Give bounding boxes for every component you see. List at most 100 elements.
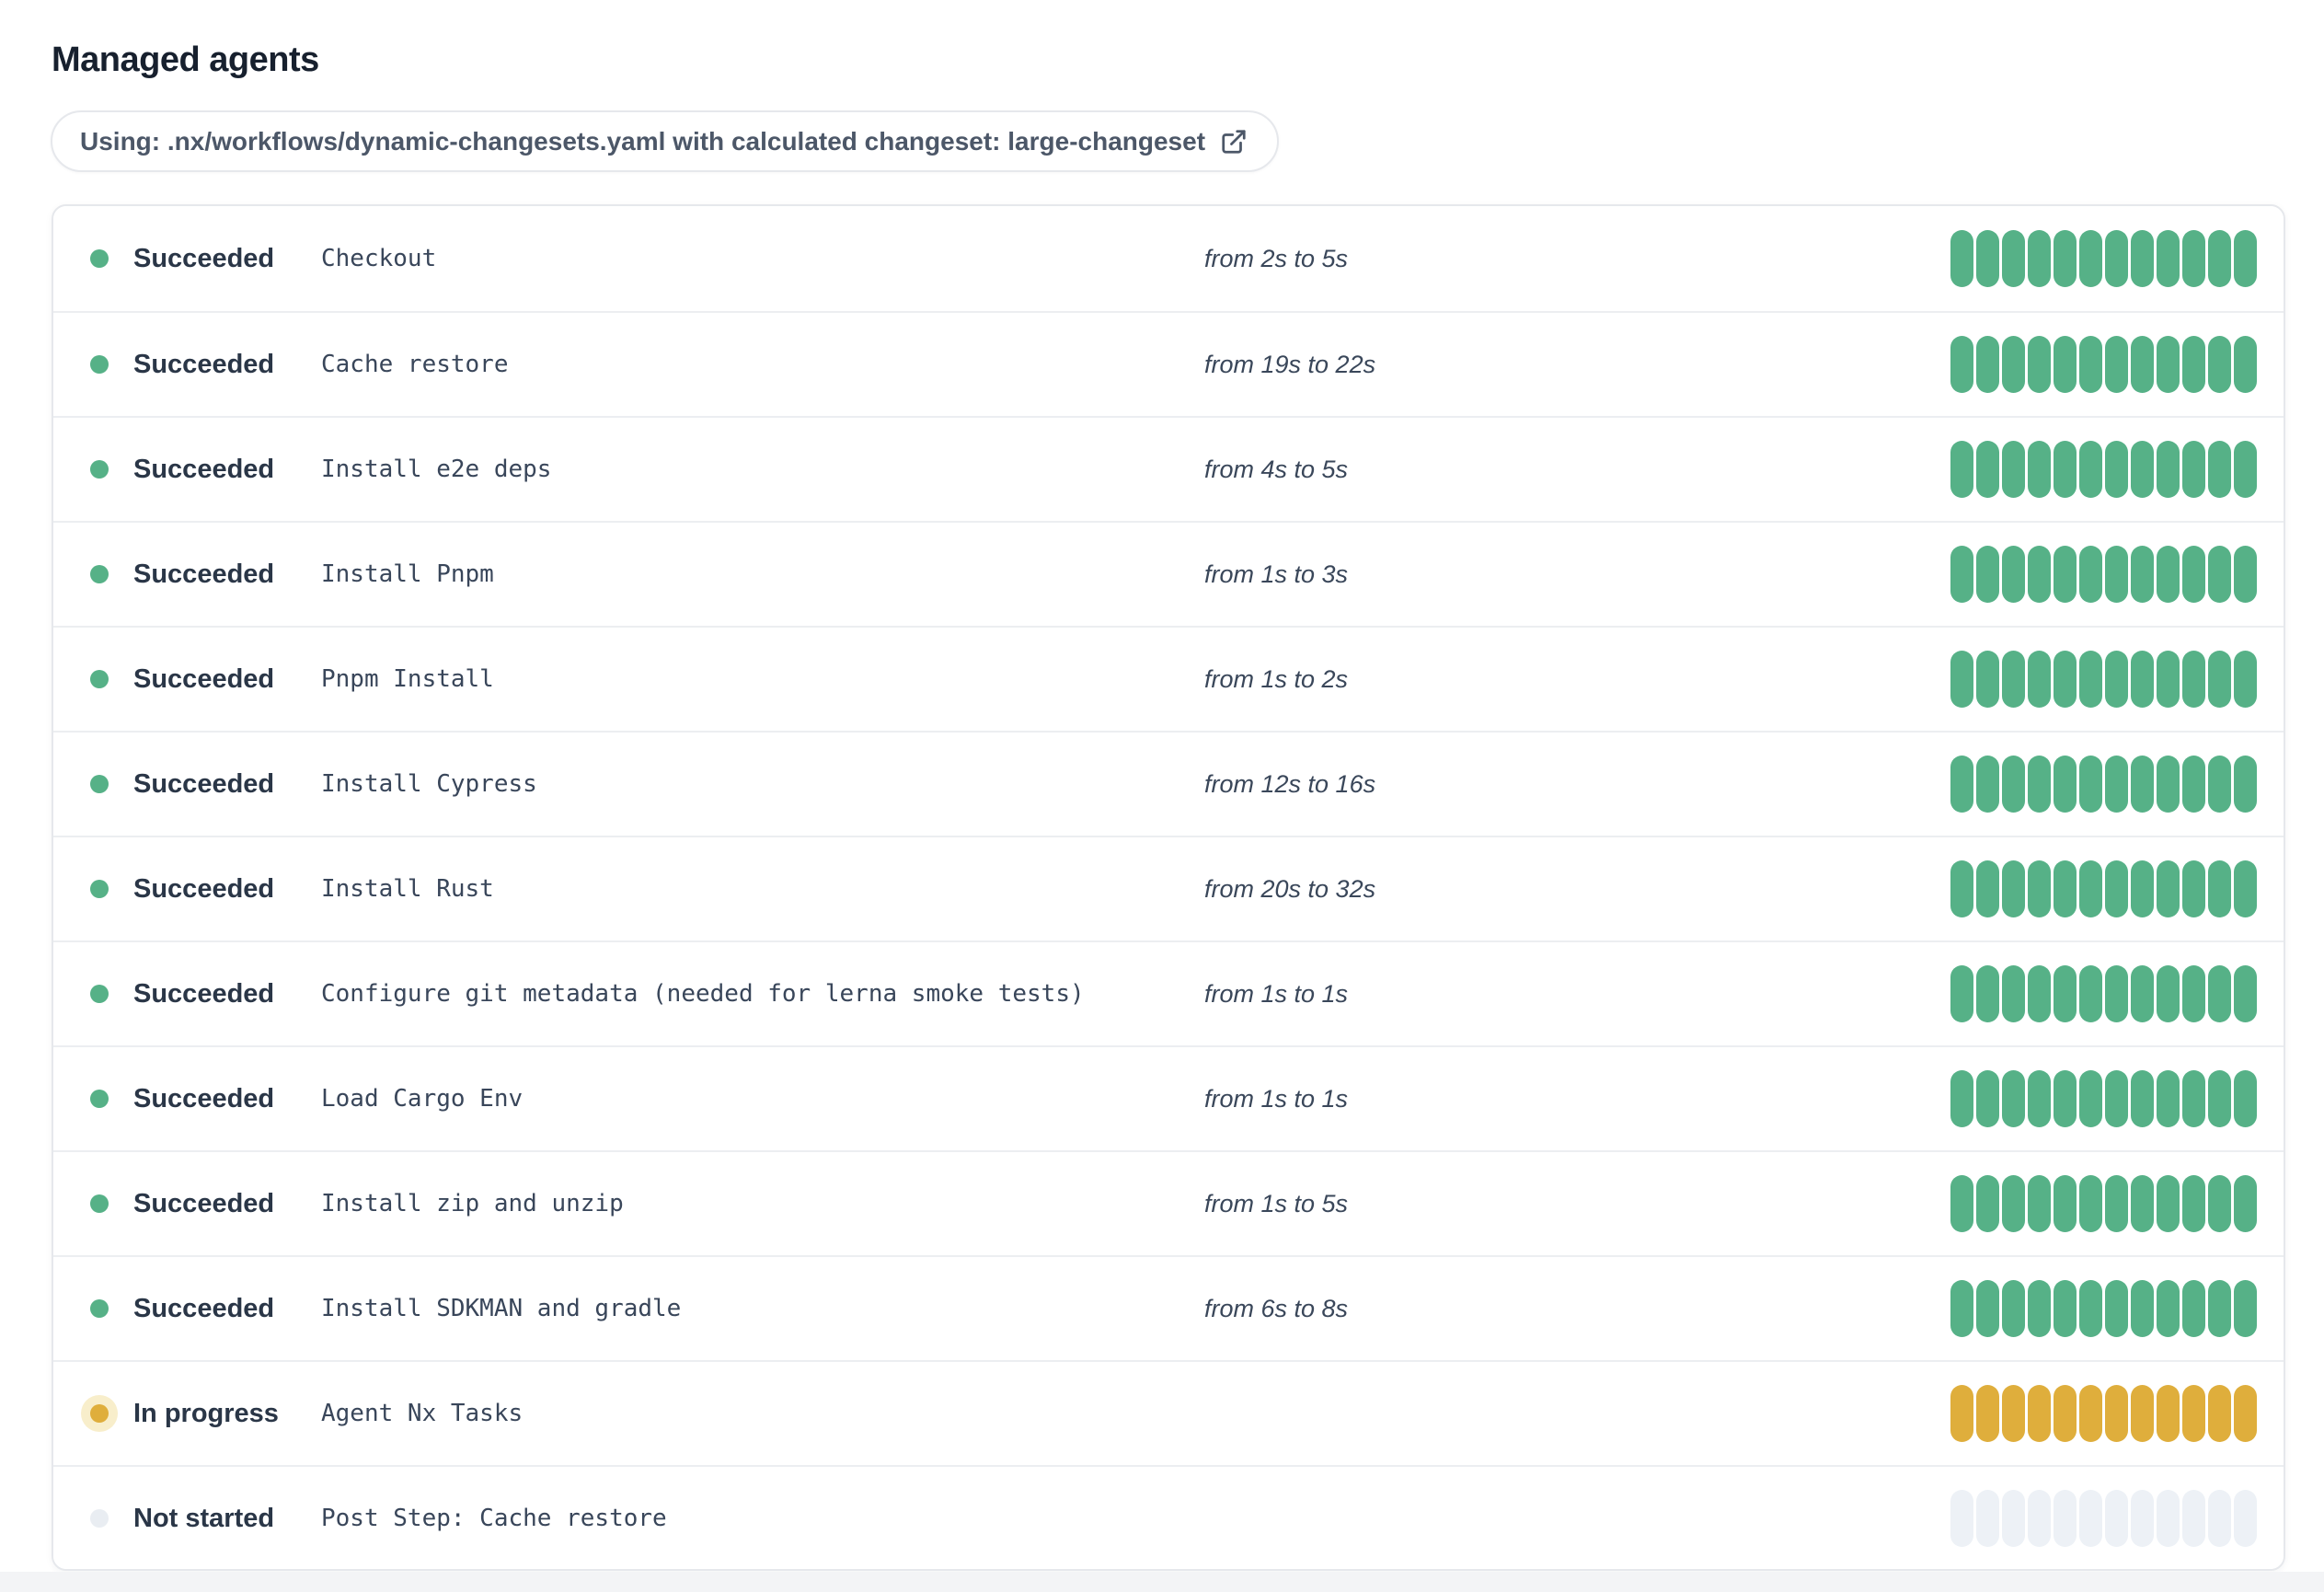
bar-segment [2079, 1490, 2102, 1547]
status-dot [90, 1299, 109, 1318]
duration-bar [1950, 1490, 2257, 1547]
step-row[interactable]: Succeeded Load Cargo Env from 1s to 1s [53, 1045, 2284, 1150]
status-label: Succeeded [133, 663, 275, 694]
step-name: Cache restore [321, 351, 509, 378]
bar-segment [2002, 756, 2025, 813]
bar-segment [2002, 441, 2025, 498]
bar-segment [2208, 336, 2231, 393]
bar-segment [2079, 651, 2102, 708]
bar-segment [2131, 965, 2154, 1022]
status-label: Succeeded [133, 768, 275, 799]
bar-segment [2131, 230, 2154, 287]
bar-segment [2079, 965, 2102, 1022]
bar-segment [2002, 1385, 2025, 1442]
bar-segment [1976, 860, 1999, 917]
step-row[interactable]: In progress Agent Nx Tasks [53, 1360, 2284, 1465]
bar-segment [2234, 1280, 2257, 1337]
bar-segment [2079, 336, 2102, 393]
bar-segment [1950, 965, 1973, 1022]
bar-segment [2157, 965, 2180, 1022]
step-status-cell: Succeeded [53, 874, 321, 905]
bar-segment [2028, 1385, 2051, 1442]
bar-segment [2054, 336, 2077, 393]
bar-segment [2182, 336, 2205, 393]
bar-segment [2131, 860, 2154, 917]
bar-segment [2182, 1070, 2205, 1127]
bar-segment [2002, 336, 2025, 393]
duration-bar [1950, 441, 2257, 498]
step-row[interactable]: Succeeded Install Rust from 20s to 32s [53, 836, 2284, 940]
bar-segment [2131, 336, 2154, 393]
step-row[interactable]: Succeeded Checkout from 2s to 5s [53, 206, 2284, 311]
bar-segment [2002, 1070, 2025, 1127]
bar-segment [2105, 651, 2128, 708]
step-row[interactable]: Succeeded Configure git metadata (needed… [53, 940, 2284, 1045]
step-name: Checkout [321, 245, 437, 272]
status-dot [90, 1090, 109, 1108]
bar-segment [2157, 1070, 2180, 1127]
step-name: Install SDKMAN and gradle [321, 1295, 682, 1322]
status-label: Succeeded [133, 349, 275, 379]
step-duration: from 19s to 22s [1204, 350, 1376, 378]
bar-segment [2002, 230, 2025, 287]
bar-segment [2157, 230, 2180, 287]
bar-segment [2208, 860, 2231, 917]
bar-segment [1950, 1175, 1973, 1232]
bar-segment [2079, 441, 2102, 498]
bar-segment [2028, 651, 2051, 708]
workflow-banner-text: Using: .nx/workflows/dynamic-changesets.… [80, 126, 1206, 156]
bar-segment [2131, 1070, 2154, 1127]
step-name: Configure git metadata (needed for lerna… [321, 980, 1085, 1008]
step-status-cell: Succeeded [53, 664, 321, 695]
bar-segment [2234, 651, 2257, 708]
bar-segment [2079, 756, 2102, 813]
step-duration: from 20s to 32s [1204, 874, 1376, 903]
step-status-cell: Succeeded [53, 1084, 321, 1114]
bar-segment [2054, 1490, 2077, 1547]
step-row[interactable]: Succeeded Pnpm Install from 1s to 2s [53, 626, 2284, 731]
bar-segment [2105, 756, 2128, 813]
bar-segment [1950, 230, 1973, 287]
step-duration: from 4s to 5s [1204, 455, 1349, 483]
step-duration: from 1s to 1s [1204, 979, 1349, 1008]
status-dot [90, 355, 109, 374]
step-row[interactable]: Succeeded Install Cypress from 12s to 16… [53, 731, 2284, 836]
bar-segment [2079, 230, 2102, 287]
status-dot [90, 1194, 109, 1213]
bar-segment [2208, 441, 2231, 498]
status-label: Succeeded [133, 978, 275, 1009]
bar-segment [2054, 756, 2077, 813]
bar-segment [2028, 546, 2051, 603]
step-duration: from 6s to 8s [1204, 1294, 1349, 1322]
bar-segment [1976, 1175, 1999, 1232]
external-link-icon[interactable] [1220, 128, 1248, 156]
bar-segment [2054, 1280, 2077, 1337]
bar-segment [2131, 651, 2154, 708]
bar-segment [2208, 1175, 2231, 1232]
bar-segment [2131, 1175, 2154, 1232]
duration-bar [1950, 860, 2257, 917]
step-row[interactable]: Succeeded Cache restore from 19s to 22s [53, 311, 2284, 416]
bar-segment [1976, 1280, 1999, 1337]
status-label: Succeeded [133, 1188, 275, 1218]
step-row[interactable]: Succeeded Install Pnpm from 1s to 3s [53, 521, 2284, 626]
status-label: Succeeded [133, 1083, 275, 1113]
bar-segment [2028, 230, 2051, 287]
step-row[interactable]: Not started Post Step: Cache restore [53, 1465, 2284, 1569]
step-row[interactable]: Succeeded Install e2e deps from 4s to 5s [53, 416, 2284, 521]
bar-segment [2182, 441, 2205, 498]
bar-segment [2234, 1490, 2257, 1547]
bar-segment [2234, 1175, 2257, 1232]
status-dot [90, 565, 109, 583]
bar-segment [2079, 860, 2102, 917]
bar-segment [2054, 1385, 2077, 1442]
step-row[interactable]: Succeeded Install zip and unzip from 1s … [53, 1150, 2284, 1255]
duration-bar [1950, 1175, 2257, 1232]
bar-segment [2131, 756, 2154, 813]
step-duration: from 1s to 5s [1204, 1189, 1349, 1217]
status-label: In progress [133, 1398, 279, 1428]
step-row[interactable]: Succeeded Install SDKMAN and gradle from… [53, 1255, 2284, 1360]
bar-segment [2002, 651, 2025, 708]
bar-segment [2234, 860, 2257, 917]
bar-segment [2208, 756, 2231, 813]
